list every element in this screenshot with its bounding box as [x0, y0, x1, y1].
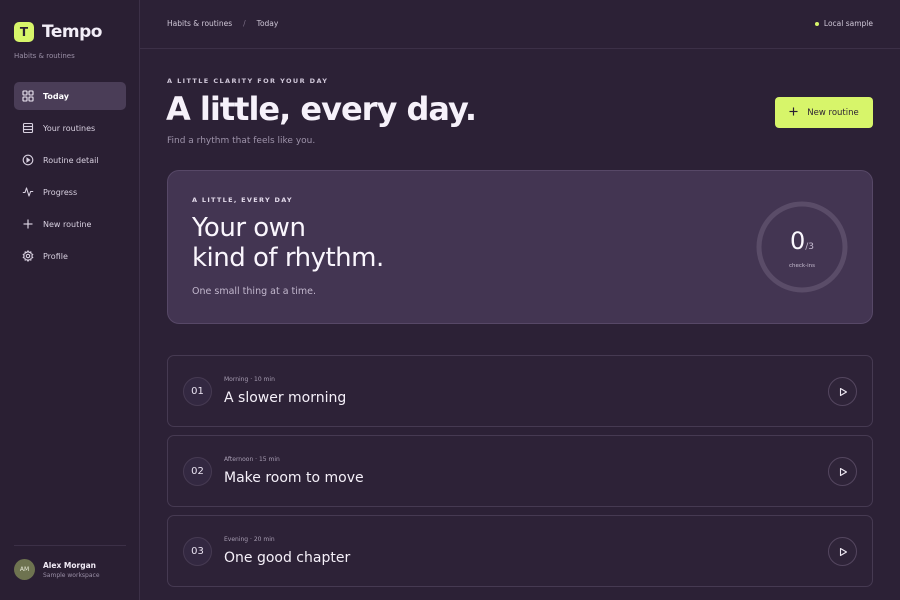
- activity-icon: [22, 186, 34, 198]
- routine-meta: Afternoon · 15 min: [224, 456, 280, 463]
- plus-icon: [789, 106, 798, 119]
- play-button[interactable]: [828, 377, 857, 406]
- play-icon: [838, 542, 848, 561]
- plus-icon: [22, 218, 34, 230]
- routine-title: Make room to move: [224, 470, 364, 486]
- routine-number: 03: [183, 537, 212, 566]
- routine-number: 02: [183, 457, 212, 486]
- sidebar-item-progress[interactable]: Progress: [14, 178, 126, 206]
- play-icon: [838, 382, 848, 401]
- user-profile[interactable]: AM Alex Morgan Sample workspace: [14, 559, 100, 580]
- breadcrumb-separator: /: [243, 19, 246, 28]
- hero-title: Your own kind of rhythm.: [192, 213, 384, 273]
- checkin-count: 0/3: [754, 227, 850, 255]
- breadcrumb-item[interactable]: Habits & routines: [167, 19, 232, 28]
- page-eyebrow: A LITTLE CLARITY FOR YOUR DAY: [167, 77, 329, 85]
- sidebar-nav: Today Your routines Routine detail Progr…: [14, 82, 126, 274]
- sidebar-item-routine-detail[interactable]: Routine detail: [14, 146, 126, 174]
- circle-play-icon: [22, 154, 34, 166]
- breadcrumb-current: Today: [256, 19, 279, 28]
- grid-icon: [22, 90, 34, 102]
- checkin-total: /3: [805, 242, 815, 252]
- brand-subtitle: Habits & routines: [14, 52, 75, 60]
- sidebar-item-label: Today: [43, 91, 69, 101]
- brand-name: Tempo: [42, 22, 102, 42]
- brand-logo-icon: T: [14, 22, 34, 42]
- status-indicator: Local sample: [814, 19, 873, 28]
- sidebar: T Tempo Habits & routines Today Your rou…: [0, 0, 140, 600]
- checkin-label: check-ins: [789, 263, 815, 269]
- sidebar-item-profile[interactable]: Profile: [14, 242, 126, 270]
- checkin-done: 0: [789, 227, 806, 255]
- play-button[interactable]: [828, 457, 857, 486]
- hero-card: A LITTLE, EVERY DAY Your own kind of rhy…: [167, 170, 873, 324]
- play-icon: [838, 462, 848, 481]
- gear-icon: [22, 250, 34, 262]
- routine-card[interactable]: 03 Evening · 20 min One good chapter: [167, 515, 873, 587]
- sidebar-item-label: Your routines: [43, 123, 96, 133]
- sidebar-item-label: Progress: [43, 187, 78, 197]
- hero-eyebrow: A LITTLE, EVERY DAY: [192, 196, 293, 204]
- user-workspace: Sample workspace: [43, 571, 100, 579]
- topbar: Habits & routines / Today Local sample: [140, 0, 900, 49]
- routine-meta: Evening · 20 min: [224, 536, 275, 543]
- status-dot-icon: [814, 21, 819, 26]
- routine-title: One good chapter: [224, 550, 351, 566]
- sidebar-item-label: Profile: [43, 251, 68, 261]
- list-icon: [22, 122, 34, 134]
- page-title: A little, every day.: [166, 90, 477, 128]
- sidebar-item-new-routine[interactable]: New routine: [14, 210, 126, 238]
- new-routine-label: New routine: [807, 107, 859, 118]
- status-label: Local sample: [823, 19, 873, 28]
- routine-card[interactable]: 02 Afternoon · 15 min Make room to move: [167, 435, 873, 507]
- hero-title-line: Your own: [192, 213, 306, 243]
- avatar: AM: [14, 559, 35, 580]
- sidebar-item-label: Routine detail: [43, 155, 99, 165]
- breadcrumb: Habits & routines / Today: [167, 19, 278, 28]
- hero-subtitle: One small thing at a time.: [192, 286, 317, 297]
- brand[interactable]: T Tempo: [14, 22, 102, 42]
- user-name: Alex Morgan: [43, 560, 96, 570]
- page-subtitle: Find a rhythm that feels like you.: [167, 136, 316, 146]
- divider: [14, 545, 126, 546]
- sidebar-item-label: New routine: [43, 219, 92, 229]
- sidebar-item-today[interactable]: Today: [14, 82, 126, 110]
- hero-title-line: kind of rhythm.: [192, 243, 384, 273]
- play-button[interactable]: [828, 537, 857, 566]
- routine-number: 01: [183, 377, 212, 406]
- sidebar-item-your-routines[interactable]: Your routines: [14, 114, 126, 142]
- routine-title: A slower morning: [224, 390, 347, 406]
- new-routine-button[interactable]: New routine: [775, 97, 873, 128]
- routine-card[interactable]: 01 Morning · 10 min A slower morning: [167, 355, 873, 427]
- routine-meta: Morning · 10 min: [224, 376, 275, 383]
